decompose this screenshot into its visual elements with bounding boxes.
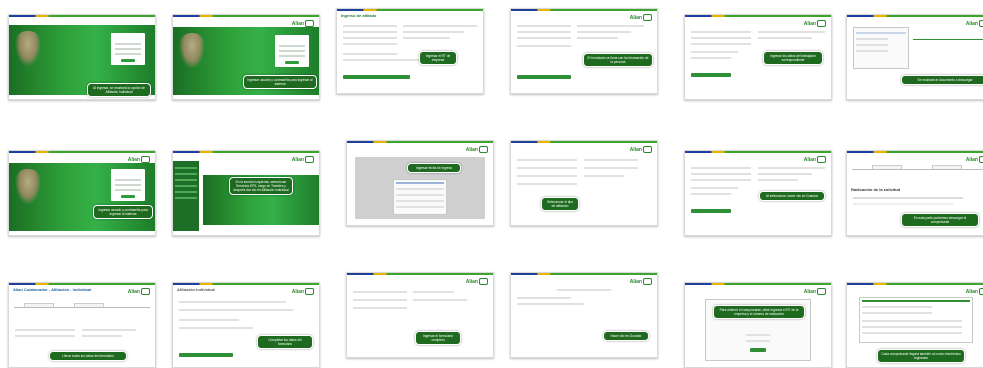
slide-1[interactable]: Al ingresar, se mostrará la opción de Af… bbox=[8, 14, 156, 100]
callout: Para obtener el comprobante, debe ingres… bbox=[713, 305, 805, 319]
slide-14[interactable]: Alian Afiliación Individual Completar lo… bbox=[172, 282, 320, 368]
brand-bar bbox=[347, 141, 493, 143]
slide-17[interactable]: Alian Para obtener el comprobante, debe … bbox=[684, 282, 832, 368]
slide-11[interactable]: Alian Al seleccionar, hacer clic en Guar… bbox=[684, 150, 832, 236]
page-title: Alian Colaborador - Afiliación - Individ… bbox=[13, 287, 92, 292]
brand-bar bbox=[511, 9, 657, 11]
brand-bar bbox=[173, 15, 319, 17]
slide-3[interactable]: Ingreso de afiliado Ingresar el RT de em… bbox=[336, 8, 484, 94]
tab-strip bbox=[14, 303, 150, 308]
person-photo bbox=[179, 33, 205, 69]
brand-logo: Alian bbox=[292, 20, 315, 27]
callout: Llenar todos los datos del formulario bbox=[49, 351, 127, 361]
calendar-popup bbox=[393, 179, 447, 215]
slide-12[interactable]: Alian Radicación de la solicitud En esta… bbox=[846, 150, 983, 236]
slide-4[interactable]: Alian El formulario se llena con la info… bbox=[510, 8, 658, 94]
login-hero bbox=[9, 163, 155, 231]
brand-logo: Alian bbox=[466, 146, 489, 153]
callout: Al ingresar, se mostrará la opción de Af… bbox=[87, 83, 151, 97]
slide-7[interactable]: Alian Ingresar usuario y contraseña para… bbox=[8, 150, 156, 236]
person-photo bbox=[15, 169, 41, 205]
login-box bbox=[111, 169, 145, 201]
person-photo bbox=[15, 31, 41, 67]
callout: En la sección izquierda, seleccionar Ser… bbox=[229, 177, 293, 195]
callout: Ingresar los datos del trabajador corres… bbox=[763, 51, 823, 65]
form-title: Ingreso de afiliado bbox=[341, 13, 377, 18]
callout: Ingresar el RT de empresa bbox=[419, 51, 457, 65]
brand-logo: Alian bbox=[966, 156, 983, 163]
slide-15[interactable]: Alian Ingresar el formulario completo bbox=[346, 272, 494, 358]
brand-logo: Alian bbox=[804, 20, 827, 27]
brand-bar bbox=[847, 15, 983, 17]
side-menu bbox=[173, 161, 199, 231]
brand-logo: Alian bbox=[966, 288, 983, 295]
slide-2[interactable]: Alian Ingresar usuario y contraseña para… bbox=[172, 14, 320, 100]
callout: Cada comprobante llegará también al corr… bbox=[877, 349, 965, 363]
brand-bar bbox=[685, 283, 831, 285]
brand-logo: Alian bbox=[630, 14, 653, 21]
slide-13[interactable]: Alian Alian Colaborador - Afiliación - I… bbox=[8, 282, 156, 368]
brand-bar bbox=[847, 283, 983, 285]
brand-logo: Alian bbox=[804, 288, 827, 295]
form bbox=[179, 297, 313, 359]
brand-bar bbox=[9, 15, 155, 17]
slide-16[interactable]: Alian Hacer clic en Guardar bbox=[510, 272, 658, 358]
form bbox=[517, 155, 651, 217]
brand-bar bbox=[511, 273, 657, 275]
brand-bar bbox=[511, 141, 657, 143]
brand-bar bbox=[847, 151, 983, 153]
slide-10[interactable]: Alian Seleccionar el tipo de afiliación bbox=[510, 140, 658, 226]
page-title: Afiliación Individual bbox=[177, 287, 215, 292]
callout: Ingresar fecha de ingreso bbox=[407, 163, 461, 173]
brand-logo: Alian bbox=[466, 278, 489, 285]
brand-bar bbox=[685, 151, 831, 153]
callout: Seleccionar el tipo de afiliación bbox=[541, 197, 579, 211]
brand-logo: Alian bbox=[292, 156, 315, 163]
brand-bar bbox=[685, 15, 831, 17]
callout: Ingresar usuario y contraseña para ingre… bbox=[243, 75, 317, 89]
brand-bar bbox=[347, 273, 493, 275]
login-box bbox=[275, 35, 309, 67]
brand-bar bbox=[173, 283, 319, 285]
callout: Al seleccionar, hacer clic en Guardar bbox=[759, 191, 825, 201]
callout: El formulario se llena con la informació… bbox=[583, 53, 653, 67]
slide-6[interactable]: Alian Se mostrará el documento a descarg… bbox=[846, 14, 983, 100]
tab-strip bbox=[852, 165, 983, 170]
brand-logo: Alian bbox=[630, 278, 653, 285]
callout: Ingresar usuario y contraseña para ingre… bbox=[93, 205, 153, 219]
slide-9[interactable]: Alian Ingresar fecha de ingreso bbox=[346, 140, 494, 226]
brand-bar bbox=[9, 283, 155, 285]
email-preview bbox=[859, 297, 973, 343]
login-box bbox=[111, 33, 145, 65]
callout: Ingresar el formulario completo bbox=[415, 331, 461, 345]
brand-bar bbox=[9, 151, 155, 153]
brand-logo: Alian bbox=[292, 288, 315, 295]
callout: En esta parte podremos descargar el comp… bbox=[901, 213, 979, 227]
callout: Hacer clic en Guardar bbox=[603, 331, 649, 341]
file-dialog bbox=[853, 27, 909, 69]
brand-logo: Alian bbox=[128, 288, 151, 295]
brand-bar bbox=[337, 9, 483, 11]
brand-logo: Alian bbox=[804, 156, 827, 163]
brand-logo: Alian bbox=[128, 156, 151, 163]
brand-logo: Alian bbox=[630, 146, 653, 153]
callout: Se mostrará el documento a descargar bbox=[901, 75, 983, 85]
section-title: Radicación de la solicitud bbox=[851, 187, 901, 192]
callout: Completar los datos del formulario bbox=[257, 335, 313, 349]
slide-18[interactable]: Alian Cada comprobante llegará también a… bbox=[846, 282, 983, 368]
slide-8[interactable]: Alian En la sección izquierda, seleccion… bbox=[172, 150, 320, 236]
brand-bar bbox=[173, 151, 319, 153]
slide-5[interactable]: Alian Ingresar los datos del trabajador … bbox=[684, 14, 832, 100]
brand-logo: Alian bbox=[966, 20, 983, 27]
